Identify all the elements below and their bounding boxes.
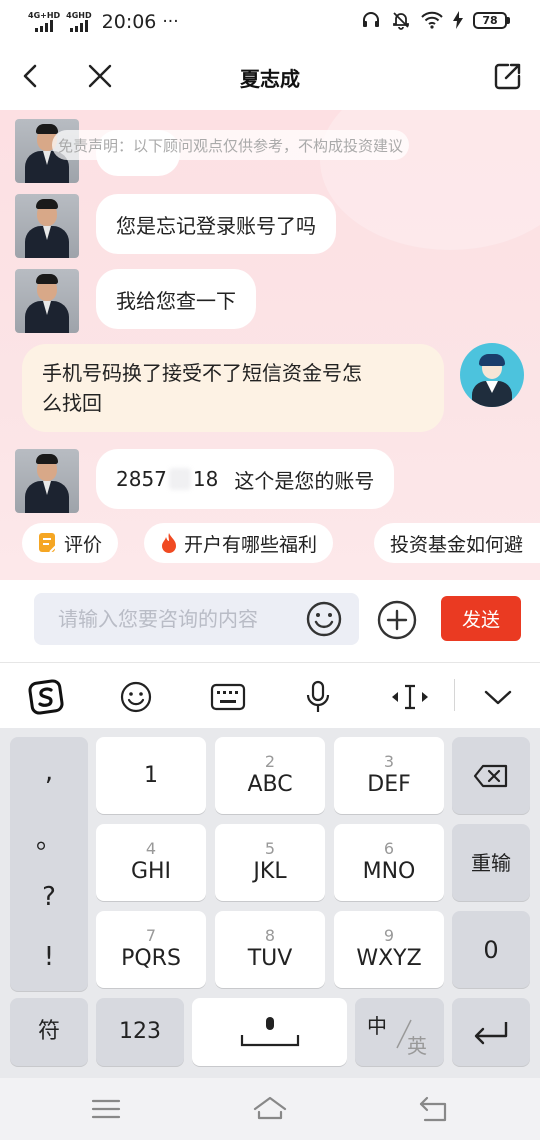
keyboard-layout-icon[interactable]: [208, 677, 248, 717]
sogou-logo-icon[interactable]: [26, 677, 66, 717]
system-nav-bar: [0, 1078, 540, 1140]
lang-zh: 中: [367, 1014, 387, 1038]
key-2-abc[interactable]: 2 ABC: [215, 737, 325, 814]
voice-input-icon[interactable]: [298, 677, 338, 717]
punctuation-column[interactable]: , 。 ? !: [10, 737, 88, 991]
user-avatar[interactable]: [460, 343, 524, 407]
enter-icon: [474, 1022, 508, 1045]
page-title: 夏志成: [240, 66, 300, 91]
backspace-icon: [473, 764, 508, 787]
punct-key[interactable]: ?: [10, 882, 88, 912]
chip-label: 开户有哪些福利: [184, 533, 318, 556]
key-6-mno[interactable]: 6 MNO: [334, 824, 444, 901]
redacted-digits: [168, 468, 191, 490]
reenter-key[interactable]: 重输: [452, 824, 530, 901]
wifi-icon: [421, 11, 443, 29]
signal-icon-sim2: 4GHD: [66, 11, 92, 32]
language-switch-key[interactable]: 中 英: [355, 998, 444, 1066]
quick-reply-benefits[interactable]: 开户有哪些福利: [144, 523, 334, 563]
enter-key[interactable]: [452, 998, 530, 1066]
notification-dots: ···: [162, 12, 179, 32]
close-icon[interactable]: [82, 58, 118, 94]
symbol-key[interactable]: 符: [10, 998, 88, 1066]
emoji-icon[interactable]: [305, 600, 343, 638]
rating-icon: [39, 533, 57, 553]
chip-label: 评价: [64, 533, 103, 556]
space-key[interactable]: [192, 998, 347, 1066]
signal-icon-sim1: 4G+HD: [28, 12, 60, 32]
input-bar: 发送: [0, 580, 540, 662]
backspace-key[interactable]: [452, 737, 530, 814]
account-number-suffix: 18: [192, 467, 219, 491]
quick-reply-fund[interactable]: 投资基金如何避: [374, 523, 540, 563]
advisor-avatar[interactable]: [15, 194, 79, 258]
fire-icon: [162, 533, 176, 553]
battery-level: 78: [473, 11, 507, 29]
sim2-label: 4GHD: [66, 11, 92, 20]
charging-bolt-icon: [453, 11, 463, 29]
user-message-line1: 手机号码换了接受不了短信资金号怎: [42, 361, 362, 385]
emoji-keyboard-icon[interactable]: [116, 677, 156, 717]
menu-icon[interactable]: [88, 1092, 124, 1126]
keyboard: , 。 ? ! 1 2 ABC 3 DEF 4 GHI 5 JKL 6 MNO …: [0, 728, 540, 1078]
chat-area[interactable]: 免责声明：以下顾问观点仅供参考，不构成投资建议 您是忘记登录账号了吗 我给您查一…: [0, 110, 540, 580]
title-bar: 夏志成: [0, 44, 540, 110]
status-time: 20:06: [101, 11, 157, 33]
key-9-wxyz[interactable]: 9 WXYZ: [334, 911, 444, 988]
punct-key[interactable]: ,: [10, 757, 88, 787]
key-1[interactable]: 1: [96, 737, 206, 814]
share-icon[interactable]: [490, 58, 526, 94]
advisor-message: 我给您查一下: [96, 269, 256, 329]
bell-muted-icon: [393, 12, 409, 30]
send-button[interactable]: 发送: [441, 596, 521, 641]
numeric-key[interactable]: 123: [96, 998, 184, 1066]
home-icon[interactable]: [252, 1092, 288, 1126]
back-arrow-icon[interactable]: [14, 58, 50, 94]
cursor-move-icon[interactable]: [390, 677, 430, 717]
disclaimer-banner: 免责声明：以下顾问观点仅供参考，不构成投资建议: [52, 130, 410, 160]
key-3-def[interactable]: 3 DEF: [334, 737, 444, 814]
key-5-jkl[interactable]: 5 JKL: [215, 824, 325, 901]
lang-en: 英: [407, 1034, 427, 1058]
advisor-avatar[interactable]: [15, 269, 79, 333]
account-number-prefix: 2857: [116, 467, 167, 491]
advisor-avatar[interactable]: [15, 449, 79, 513]
key-0[interactable]: 0: [452, 911, 530, 988]
collapse-keyboard-icon[interactable]: [478, 677, 518, 717]
user-message: 手机号码换了接受不了短信资金号怎 么找回: [22, 344, 444, 432]
advisor-message: 2857 18 这个是您的账号: [96, 449, 395, 509]
chip-label: 投资基金如何避: [390, 533, 524, 556]
account-note: 这个是您的账号: [234, 468, 375, 493]
status-bar: 4G+HD 4GHD 20:06 ··· 78: [0, 0, 540, 44]
punct-key[interactable]: !: [10, 942, 88, 972]
punct-key[interactable]: 。: [10, 819, 88, 856]
keyboard-toolbar: [0, 662, 540, 728]
quick-reply-rating[interactable]: 评价: [22, 523, 119, 563]
headphones-icon: [363, 12, 379, 27]
key-7-pqrs[interactable]: 7 PQRS: [96, 911, 206, 988]
battery-icon: 78: [473, 11, 510, 29]
key-8-tuv[interactable]: 8 TUV: [215, 911, 325, 988]
key-4-ghi[interactable]: 4 GHI: [96, 824, 206, 901]
space-mic-icon: [240, 1017, 299, 1047]
add-icon[interactable]: [376, 599, 418, 641]
sim1-label: 4G+HD: [28, 11, 61, 20]
advisor-message: 您是忘记登录账号了吗: [96, 194, 336, 254]
user-message-line2: 么找回: [42, 391, 102, 415]
back-icon[interactable]: [416, 1092, 452, 1126]
